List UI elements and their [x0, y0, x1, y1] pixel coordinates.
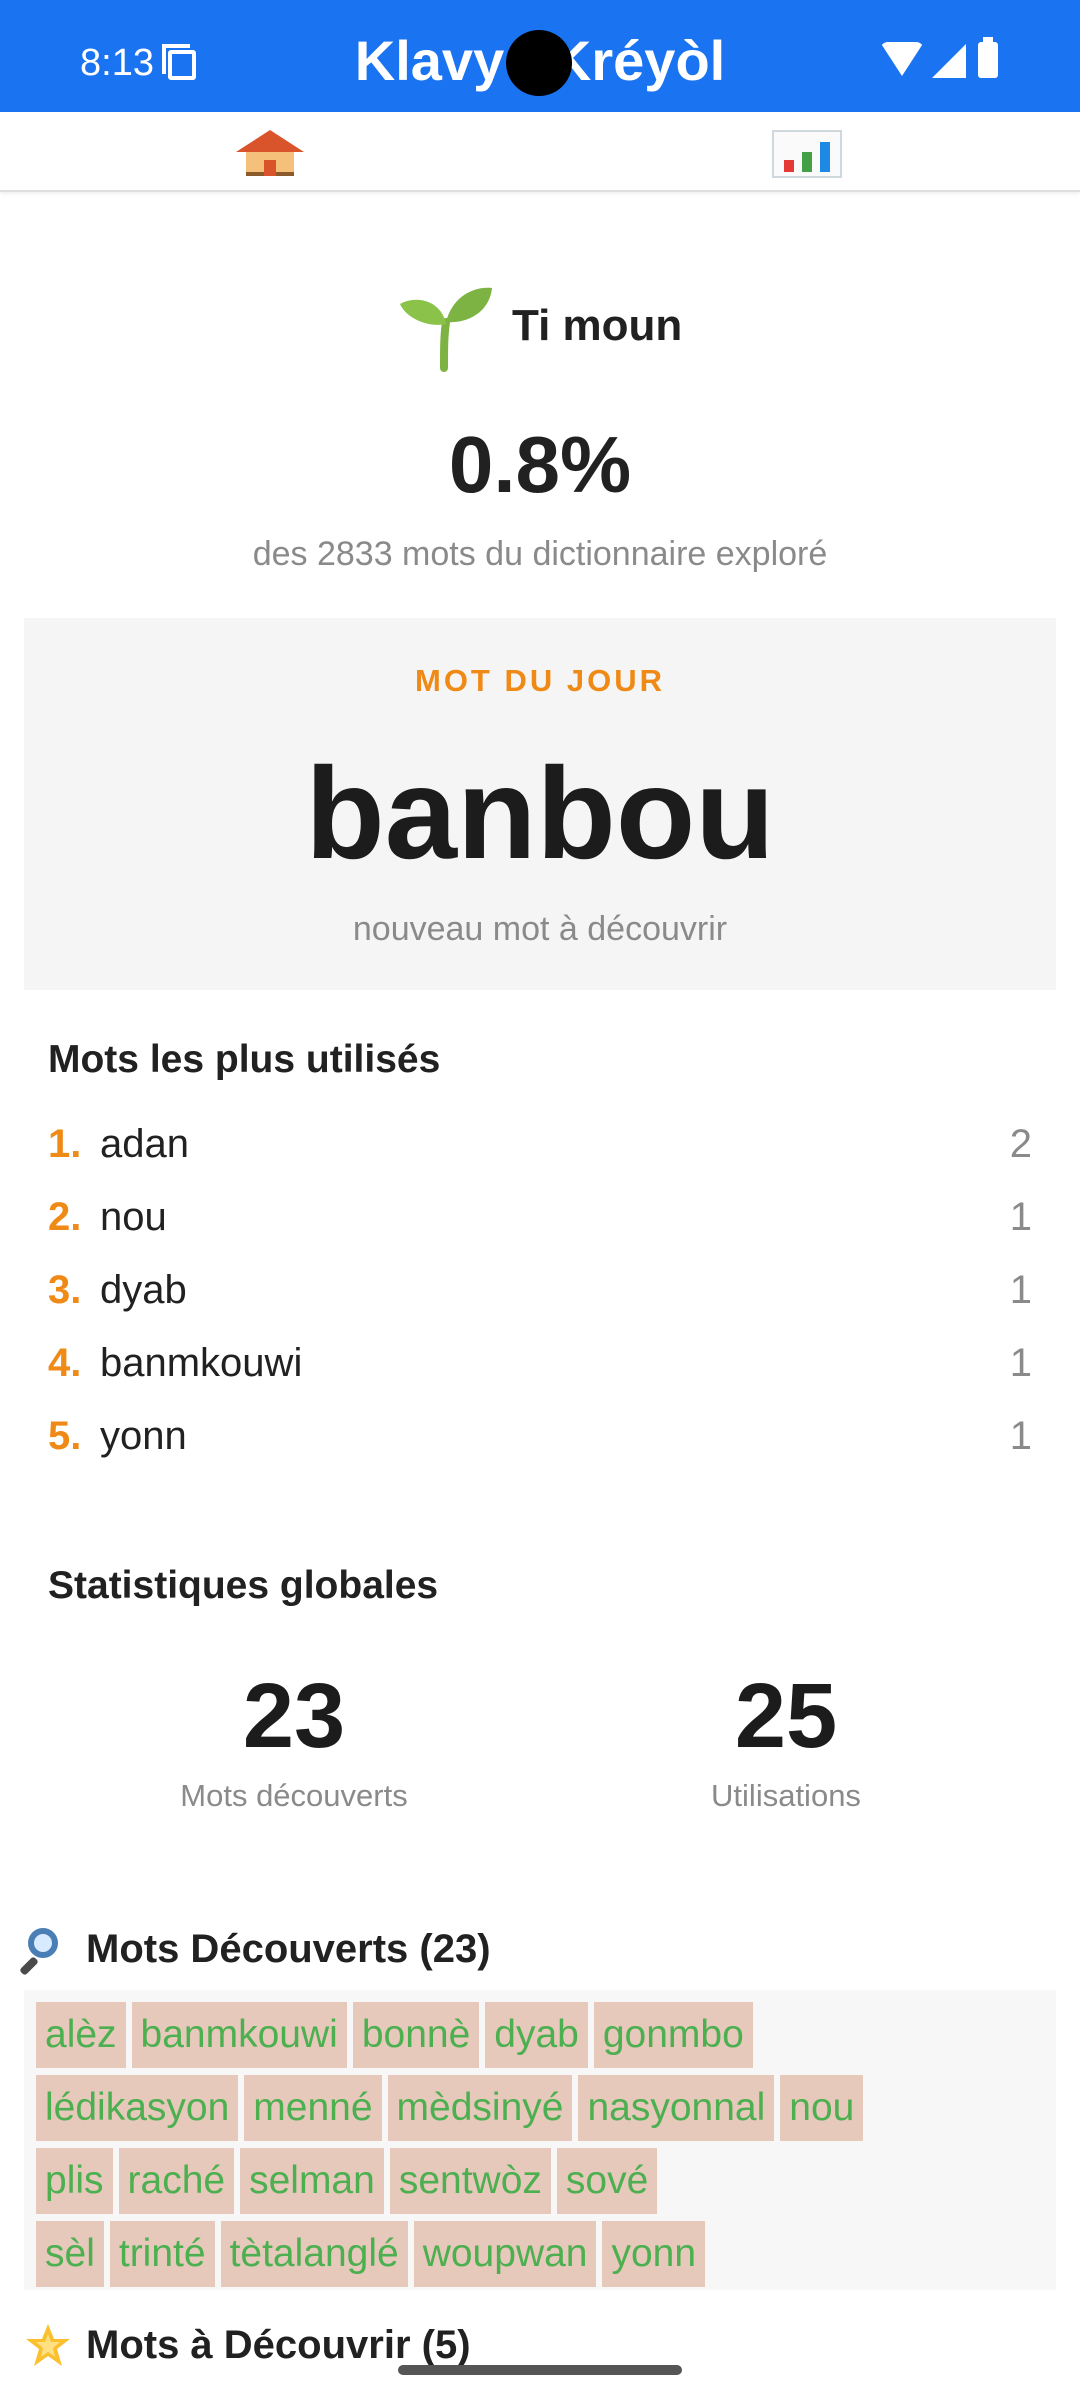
list-item: 1. adan 2	[48, 1112, 1032, 1185]
word-chip[interactable]: nasyonnal	[578, 2075, 775, 2141]
list-item: 4. banmkouwi 1	[48, 1331, 1032, 1404]
word-chip[interactable]: selman	[240, 2148, 384, 2214]
word-chip[interactable]: lédikasyon	[36, 2075, 239, 2141]
chip-row: lédikasyon menné mèdsinyé nasyonnal nou	[36, 2075, 1044, 2141]
chip-row: plis raché selman sentwòz sové	[36, 2148, 1044, 2214]
top-words-list: 1. adan 2 2. nou 1 3. dyab 1 4. banmkouw…	[48, 1112, 1032, 1477]
camera-cutout	[506, 30, 572, 96]
word: dyab	[100, 1268, 187, 1312]
rank: 1.	[48, 1122, 82, 1166]
tab-bar	[0, 112, 1080, 192]
count: 1	[1009, 1268, 1032, 1312]
word-of-day-word: banbou	[305, 740, 775, 886]
word-of-day-label: MOT DU JOUR	[415, 663, 665, 698]
seedling-icon	[400, 287, 492, 372]
word-chip[interactable]: sèl	[36, 2221, 104, 2287]
word-chip[interactable]: sové	[556, 2148, 658, 2214]
stat-usages-label: Utilisations	[711, 1778, 861, 1813]
count: 1	[1009, 1195, 1032, 1239]
word-of-day-subtitle: nouveau mot à découvrir	[352, 910, 728, 948]
list-item: 3. dyab 1	[48, 1258, 1032, 1331]
word-chip[interactable]: trinté	[109, 2221, 215, 2287]
word-chip[interactable]: yonn	[602, 2221, 706, 2287]
word-chip[interactable]: woupwan	[413, 2221, 597, 2287]
count: 1	[1009, 1341, 1032, 1385]
wifi-icon	[880, 42, 924, 76]
cell-signal-icon	[932, 44, 966, 78]
level-header: Ti moun	[0, 278, 1080, 374]
top-words-title: Mots les plus utilisés	[48, 1038, 441, 1081]
word-chip[interactable]: gonmbo	[593, 2002, 753, 2068]
word-chip[interactable]: mèdsinyé	[387, 2075, 573, 2141]
count: 1	[1009, 1414, 1032, 1458]
word-chip[interactable]: menné	[244, 2075, 382, 2141]
stat-discovered-label: Mots découverts	[180, 1778, 408, 1813]
word-chip[interactable]: nou	[780, 2075, 864, 2141]
stat-usages: 25 Utilisations	[536, 1662, 1036, 1816]
word: yonn	[100, 1414, 187, 1458]
list-item: 2. nou 1	[48, 1185, 1032, 1258]
status-icons	[880, 37, 1010, 82]
word-chip[interactable]: sentwòz	[389, 2148, 551, 2214]
word-chip[interactable]: tètalanglé	[220, 2221, 408, 2287]
word-chip[interactable]: bonnè	[352, 2002, 480, 2068]
word: banmkouwi	[100, 1341, 303, 1385]
to-discover-title: Mots à Découvrir (5)	[86, 2323, 471, 2367]
word-chip[interactable]: raché	[118, 2148, 235, 2214]
word: adan	[100, 1122, 189, 1166]
rank: 2.	[48, 1195, 82, 1239]
rank: 4.	[48, 1341, 82, 1385]
stat-usages-value: 25	[734, 1665, 838, 1767]
discovered-words-box: alèz banmkouwi bonnè dyab gonmbo lédikas…	[24, 1990, 1056, 2290]
list-item: 5. yonn 1	[48, 1404, 1032, 1477]
chip-row: alèz banmkouwi bonnè dyab gonmbo	[36, 2002, 1044, 2068]
count: 2	[1009, 1122, 1032, 1166]
tab-home[interactable]	[0, 112, 540, 190]
tab-stats[interactable]	[540, 112, 1080, 190]
magnifier-icon	[19, 1926, 70, 1976]
word: nou	[100, 1195, 167, 1239]
stat-discovered-value: 23	[242, 1665, 346, 1767]
word-chip[interactable]: banmkouwi	[131, 2002, 347, 2068]
star-icon	[26, 2324, 70, 2366]
explored-percent: 0.8%	[448, 420, 632, 509]
word-chip[interactable]: alèz	[36, 2002, 126, 2068]
chip-row: sèl trinté tètalanglé woupwan yonn	[36, 2221, 1044, 2287]
app-bar: 8:13 Klavyé Kréyòl	[0, 0, 1080, 112]
house-icon	[236, 130, 304, 176]
word-chip[interactable]: plis	[36, 2148, 113, 2214]
global-stats-title: Statistiques globales	[48, 1564, 439, 1607]
gesture-nav-handle[interactable]	[398, 2365, 682, 2375]
bar-chart-icon	[772, 130, 842, 178]
level-name: Ti moun	[512, 301, 683, 350]
battery-icon	[978, 37, 998, 78]
word-of-day-card[interactable]: MOT DU JOUR banbou nouveau mot à découvr…	[24, 618, 1056, 990]
word-chip[interactable]: dyab	[485, 2002, 588, 2068]
stat-discovered: 23 Mots découverts	[44, 1662, 544, 1816]
discovered-title: Mots Découverts (23)	[86, 1927, 491, 1971]
rank: 5.	[48, 1414, 82, 1458]
explored-caption: des 2833 mots du dictionnaire exploré	[252, 535, 828, 573]
rank: 3.	[48, 1268, 82, 1312]
